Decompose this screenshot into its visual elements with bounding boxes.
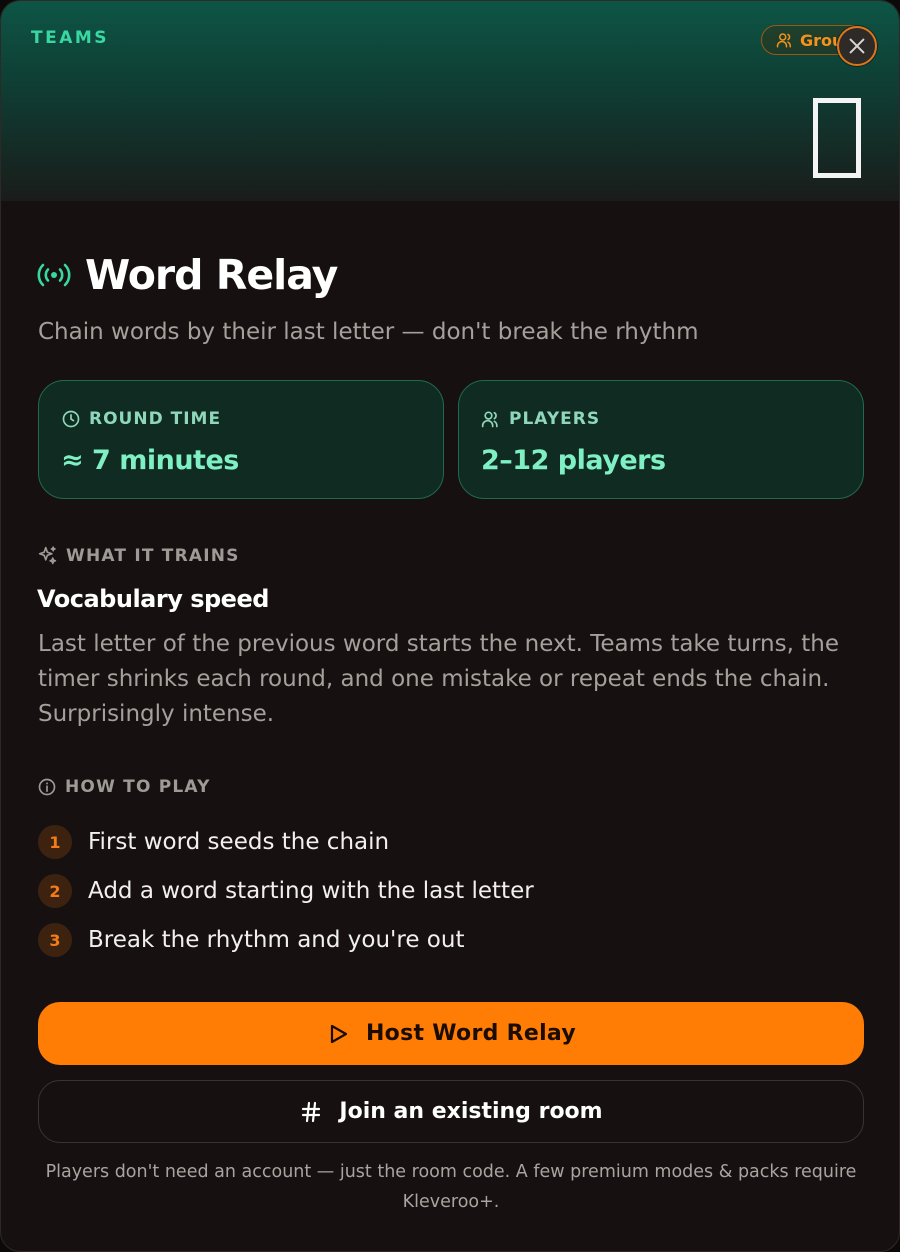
game-detail-modal: TEAMS Group Word Relay Chain words by th… [0, 0, 900, 1252]
close-icon [849, 38, 865, 54]
stat-label-row: PLAYERS [481, 409, 600, 429]
what-it-trains-label: WHAT IT TRAINS [37, 545, 240, 566]
hash-icon [302, 1101, 321, 1122]
host-button-label: Host Word Relay [365, 1021, 577, 1046]
step-number: 3 [38, 923, 72, 957]
stat-round-time: ROUND TIME ≈ 7 minutes [38, 380, 444, 499]
how-to-play-label: HOW TO PLAY [37, 777, 211, 797]
step-item: 3 Break the rhythm and you're out [38, 923, 464, 957]
step-item: 1 First word seeds the chain [38, 825, 389, 859]
step-item: 2 Add a word starting with the last lett… [38, 874, 534, 908]
info-icon [38, 778, 56, 796]
sparkles-icon [38, 546, 57, 565]
host-game-button[interactable]: Host Word Relay [38, 1002, 864, 1065]
stat-value: 2–12 players [481, 445, 666, 476]
broadcast-icon [37, 263, 71, 287]
users-icon [776, 33, 792, 48]
step-text: Break the rhythm and you're out [88, 927, 465, 953]
category-label: TEAMS [31, 28, 110, 48]
stat-label: PLAYERS [509, 409, 601, 429]
join-room-button[interactable]: Join an existing room [38, 1080, 864, 1143]
game-title: Word Relay [85, 251, 338, 299]
section-label-text: HOW TO PLAY [65, 777, 211, 797]
title-row: Word Relay [37, 251, 338, 299]
stat-label-row: ROUND TIME [61, 409, 221, 429]
stat-label: ROUND TIME [89, 409, 222, 429]
step-text: First word seeds the chain [88, 829, 390, 855]
footnote: Players don't need an account — just the… [45, 1162, 857, 1212]
play-icon [330, 1024, 348, 1043]
join-button-label: Join an existing room [339, 1099, 603, 1124]
game-emoji-icon [813, 98, 861, 178]
stat-players: PLAYERS 2–12 players [458, 380, 864, 499]
trains-title: Vocabulary speed [37, 585, 269, 613]
clock-icon [62, 410, 80, 428]
section-label-text: WHAT IT TRAINS [66, 545, 240, 566]
close-button[interactable] [837, 26, 877, 66]
game-subtitle: Chain words by their last letter — don't… [38, 319, 699, 345]
trains-description: Last letter of the previous word starts … [38, 631, 839, 727]
step-number: 1 [38, 825, 72, 859]
hero-banner: TEAMS Group [1, 1, 899, 201]
step-text: Add a word starting with the last letter [88, 878, 534, 904]
stat-value: ≈ 7 minutes [61, 445, 239, 476]
users-icon [481, 411, 498, 428]
step-number: 2 [38, 874, 72, 908]
